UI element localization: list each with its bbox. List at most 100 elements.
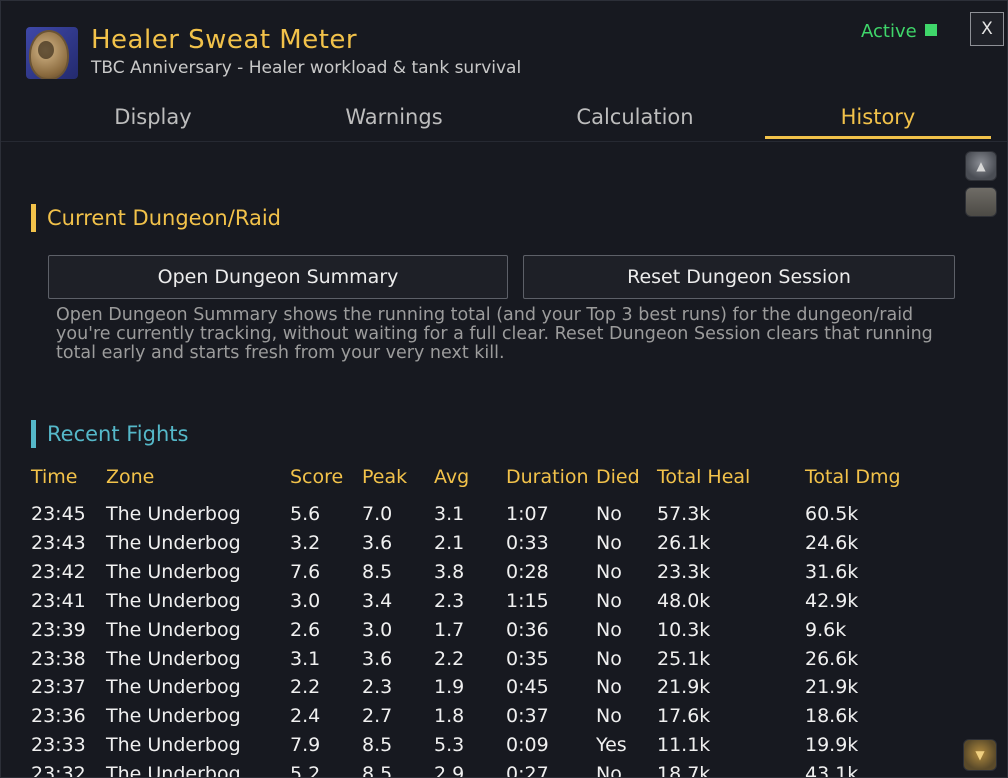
addon-window: Healer Sweat Meter TBC Anniversary - Hea…: [0, 0, 1008, 778]
tab-divider: [1, 141, 1007, 142]
cell-total-heal: 57.3k: [657, 503, 711, 525]
cell-peak: 3.4: [362, 589, 393, 612]
cell-died: No: [596, 676, 622, 699]
cell-total-heal: 26.1k: [657, 531, 711, 554]
cell-zone: The Underbog: [106, 560, 241, 583]
cell-peak: 2.7: [362, 705, 393, 728]
close-button[interactable]: X: [970, 12, 1004, 46]
scroll-down-arrow-icon[interactable]: ▼: [963, 739, 997, 771]
cell-peak: 2.3: [362, 676, 393, 699]
cell-zone: The Underbog: [106, 705, 241, 728]
cell-avg: 1.8: [434, 705, 465, 728]
cell-duration: 0:35: [506, 647, 549, 670]
cell-total-dmg: 21.9k: [805, 676, 859, 699]
cell-avg: 3.1: [434, 503, 465, 525]
cell-total-dmg: 9.6k: [805, 618, 847, 641]
cell-score: 3.2: [290, 531, 321, 554]
table-row: 23:43 The Underbog 3.2 3.6 2.1 0:33 No 26.1k 24.…: [1, 532, 961, 561]
col-avg: Avg: [434, 466, 470, 488]
col-total-heal: Total Heal: [657, 466, 751, 488]
cell-peak: 8.5: [362, 560, 393, 583]
cell-total-heal: 17.6k: [657, 705, 711, 728]
cell-time: 23:38: [31, 647, 86, 670]
cell-total-dmg: 43.1k: [805, 763, 859, 778]
cell-duration: 1:07: [506, 503, 549, 525]
cell-avg: 2.9: [434, 763, 465, 778]
section-current-dungeon: Current Dungeon/Raid: [31, 204, 281, 232]
col-total-dmg: Total Dmg: [805, 466, 901, 488]
cell-zone: The Underbog: [106, 647, 241, 670]
col-duration: Duration: [506, 466, 589, 488]
tab-calculation[interactable]: Calculation: [515, 101, 755, 139]
cell-total-dmg: 19.9k: [805, 734, 859, 757]
cell-duration: 0:36: [506, 618, 549, 641]
status-label: Active: [861, 21, 917, 42]
cell-died: No: [596, 705, 622, 728]
cell-died: No: [596, 647, 622, 670]
col-peak: Peak: [362, 466, 408, 488]
tab-bar: Display Warnings Calculation History: [33, 101, 993, 141]
cell-total-dmg: 26.6k: [805, 647, 859, 670]
cell-time: 23:42: [31, 560, 86, 583]
cell-zone: The Underbog: [106, 763, 241, 778]
cell-duration: 0:45: [506, 676, 549, 699]
cell-score: 2.4: [290, 705, 321, 728]
tab-display[interactable]: Display: [33, 101, 273, 139]
cell-score: 3.1: [290, 647, 321, 670]
table-row: 23:37 The Underbog 2.2 2.3 1.9 0:45 No 21.9k 21.…: [1, 676, 961, 705]
cell-score: 5.2: [290, 763, 321, 778]
cell-time: 23:45: [31, 503, 86, 525]
cell-time: 23:43: [31, 531, 86, 554]
cell-duration: 0:09: [506, 734, 549, 757]
cell-died: No: [596, 531, 622, 554]
status-indicator[interactable]: Active: [861, 21, 937, 42]
addon-logo-icon: [26, 27, 78, 79]
cell-zone: The Underbog: [106, 531, 241, 554]
cell-score: 2.6: [290, 618, 321, 641]
cell-score: 7.9: [290, 734, 321, 757]
col-score: Score: [290, 466, 344, 488]
cell-peak: 7.0: [362, 503, 393, 525]
cell-died: No: [596, 618, 622, 641]
cell-died: No: [596, 589, 622, 612]
reset-dungeon-session-button[interactable]: Reset Dungeon Session: [523, 255, 955, 299]
col-died: Died: [596, 466, 640, 488]
cell-avg: 5.3: [434, 734, 465, 757]
cell-duration: 0:37: [506, 705, 549, 728]
cell-time: 23:37: [31, 676, 86, 699]
open-dungeon-summary-button[interactable]: Open Dungeon Summary: [48, 255, 508, 299]
cell-peak: 3.0: [362, 618, 393, 641]
cell-died: Yes: [596, 734, 627, 757]
cell-score: 5.6: [290, 503, 321, 525]
cell-zone: The Underbog: [106, 676, 241, 699]
cell-zone: The Underbog: [106, 734, 241, 757]
table-row: 23:42 The Underbog 7.6 8.5 3.8 0:28 No 23.3k 31.…: [1, 561, 961, 590]
table-row: 23:39 The Underbog 2.6 3.0 1.7 0:36 No 10.3k 9.6…: [1, 619, 961, 648]
cell-peak: 8.5: [362, 734, 393, 757]
window-title: Healer Sweat Meter: [91, 25, 358, 55]
status-square-icon: [924, 24, 937, 36]
cell-avg: 2.1: [434, 531, 465, 554]
cell-peak: 3.6: [362, 647, 393, 670]
scrollbar-thumb[interactable]: [965, 187, 997, 217]
cell-died: No: [596, 763, 622, 778]
tab-history[interactable]: History: [765, 101, 991, 139]
cell-peak: 8.5: [362, 763, 393, 778]
cell-time: 23:39: [31, 618, 86, 641]
table-row: 23:32 The Underbog 5.2 8.5 2.9 0:27 No 18.7k 43.…: [1, 763, 961, 778]
cell-duration: 0:33: [506, 531, 549, 554]
table-row: 23:38 The Underbog 3.1 3.6 2.2 0:35 No 25.1k 26.…: [1, 648, 961, 677]
cell-zone: The Underbog: [106, 618, 241, 641]
cell-total-dmg: 18.6k: [805, 705, 859, 728]
cell-total-heal: 18.7k: [657, 763, 711, 778]
cell-total-heal: 48.0k: [657, 589, 711, 612]
cell-avg: 3.8: [434, 560, 465, 583]
tab-warnings[interactable]: Warnings: [274, 101, 514, 139]
cell-score: 7.6: [290, 560, 321, 583]
cell-duration: 0:27: [506, 763, 549, 778]
col-time: Time: [31, 466, 78, 488]
scroll-up-arrow-icon[interactable]: ▲: [965, 151, 997, 181]
cell-died: No: [596, 503, 622, 525]
cell-total-heal: 23.3k: [657, 560, 711, 583]
table-row: 23:33 The Underbog 7.9 8.5 5.3 0:09 Yes 11.1k 19…: [1, 734, 961, 763]
